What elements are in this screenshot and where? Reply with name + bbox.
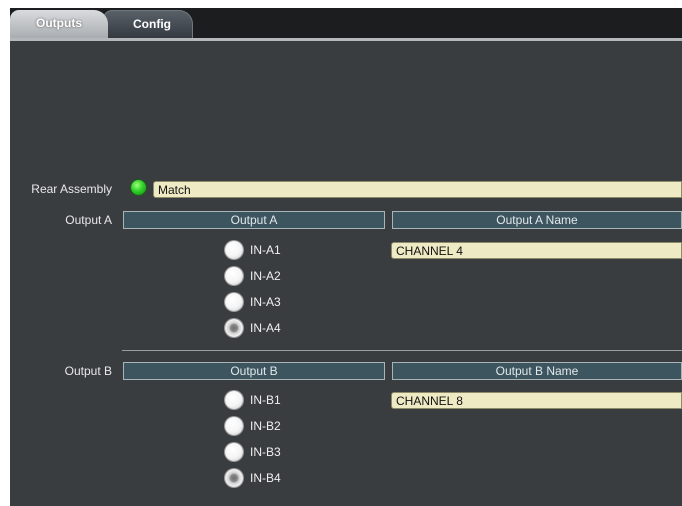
tab-underline <box>10 38 682 41</box>
radio-label: IN-B3 <box>250 445 281 459</box>
radio-label: IN-B2 <box>250 419 281 433</box>
radio-button-icon[interactable] <box>225 417 243 435</box>
output-b-row-label: Output B <box>64 364 112 378</box>
radio-label: IN-A4 <box>250 321 281 335</box>
output-b-name-input[interactable]: CHANNEL 8 <box>391 392 682 409</box>
output-a-name-header: Output A Name <box>392 211 682 229</box>
rear-assembly-label: Rear Assembly <box>31 182 112 196</box>
tab-config[interactable]: Config <box>103 10 193 38</box>
status-led-icon <box>131 180 146 195</box>
output-a-row-label: Output A <box>65 213 112 227</box>
tab-bar: Outputs Config <box>10 8 682 38</box>
radio-label: IN-A3 <box>250 295 281 309</box>
radio-label: IN-A2 <box>250 269 281 283</box>
rear-assembly-status-field: Match <box>153 181 682 198</box>
output-a-name-input[interactable]: CHANNEL 4 <box>391 242 682 259</box>
tab-outputs[interactable]: Outputs <box>10 10 108 38</box>
radio-label: IN-B4 <box>250 471 281 485</box>
section-divider <box>122 350 682 351</box>
radio-label: IN-A1 <box>250 243 281 257</box>
radio-button-icon[interactable] <box>225 391 243 409</box>
radio-selected-icon[interactable] <box>225 319 243 337</box>
output-b-header: Output B <box>123 362 385 380</box>
radio-label: IN-B1 <box>250 393 281 407</box>
output-b-name-header: Output B Name <box>392 362 682 380</box>
output-a-header: Output A <box>123 211 385 229</box>
radio-button-icon[interactable] <box>225 267 243 285</box>
radio-button-icon[interactable] <box>225 443 243 461</box>
radio-button-icon[interactable] <box>225 293 243 311</box>
radio-button-icon[interactable] <box>225 241 243 259</box>
outputs-panel: Outputs Config Rear Assembly Match Outpu… <box>10 8 682 506</box>
radio-selected-icon[interactable] <box>225 469 243 487</box>
